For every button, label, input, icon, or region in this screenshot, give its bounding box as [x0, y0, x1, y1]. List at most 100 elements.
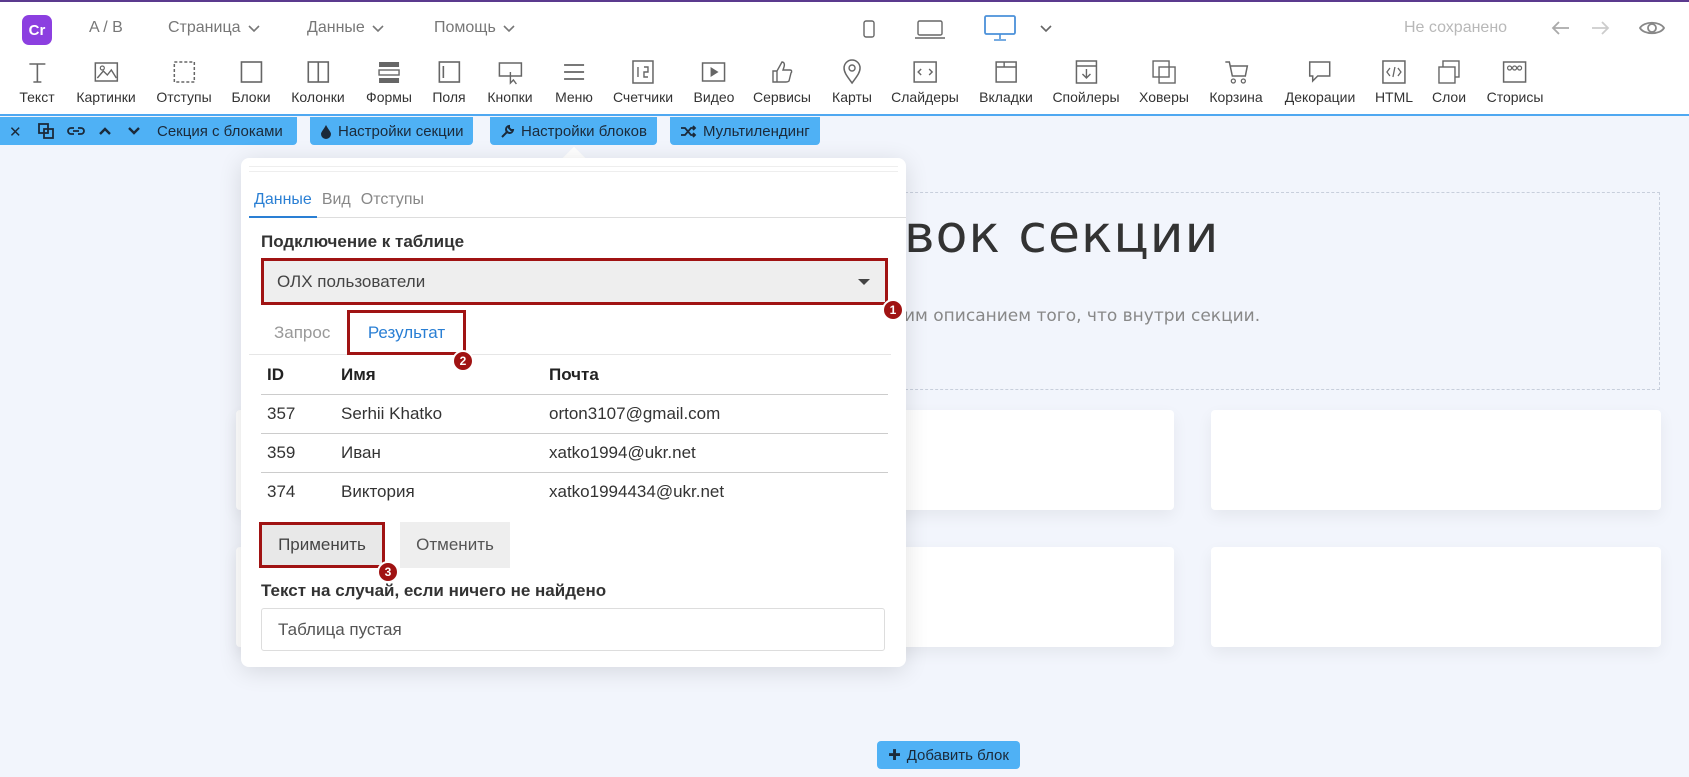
- add-block-label: Добавить блок: [906, 746, 1009, 764]
- tool-sliders-label: Слайдеры: [891, 89, 959, 105]
- tool-fields[interactable]: Поля: [432, 58, 466, 105]
- section-name-label[interactable]: Секция с блоками: [157, 123, 283, 140]
- section-heading[interactable]: вок секции: [904, 205, 1219, 265]
- tab-spacing[interactable]: Отступы: [356, 188, 429, 218]
- table-row: 374 Виктория xatko1994434@ukr.net: [261, 472, 888, 511]
- text-icon: [29, 63, 45, 83]
- caret-down-icon: [858, 279, 870, 285]
- tool-decorations-label: Декорации: [1284, 89, 1356, 105]
- tool-cart[interactable]: Корзина: [1209, 58, 1263, 105]
- tab-view[interactable]: Вид: [317, 188, 356, 218]
- content-block[interactable]: [1211, 410, 1661, 510]
- tool-buttons[interactable]: Кнопки: [487, 58, 533, 105]
- multilanding-button[interactable]: Мультилендинг: [670, 117, 820, 145]
- speech-bubble-icon: [1309, 61, 1331, 83]
- table-row: 359 Иван xatko1994@ukr.net: [261, 433, 888, 473]
- cell-id: 359: [261, 433, 335, 473]
- tool-hovers[interactable]: Ховеры: [1139, 58, 1189, 105]
- tabs-icon: [995, 61, 1017, 83]
- step-badge-3: 3: [377, 561, 399, 583]
- ab-test-button[interactable]: A / B: [89, 19, 123, 37]
- form-icon: [378, 62, 400, 83]
- laptop-icon[interactable]: [914, 20, 946, 40]
- menu-page[interactable]: Страница: [168, 19, 261, 37]
- chevron-down-icon: [503, 25, 515, 33]
- block-icon: [240, 61, 262, 83]
- menu-data[interactable]: Данные: [307, 19, 385, 37]
- close-icon[interactable]: ✕: [9, 123, 22, 141]
- tool-video[interactable]: Видео: [694, 58, 734, 105]
- empty-text-input[interactable]: Таблица пустая: [261, 608, 885, 651]
- column-header-name: Имя: [335, 356, 543, 395]
- tool-html[interactable]: HTML: [1375, 58, 1413, 105]
- table-header-row: ID Имя Почта: [261, 356, 888, 395]
- chevron-down-icon[interactable]: [1039, 22, 1053, 36]
- tool-images[interactable]: Картинки: [76, 58, 136, 105]
- tab-result[interactable]: Результат: [347, 310, 466, 355]
- tool-hovers-label: Ховеры: [1139, 89, 1189, 105]
- menu-help[interactable]: Помощь: [434, 19, 516, 37]
- table-select[interactable]: ОЛХ пользователи: [261, 258, 888, 305]
- tool-tabs[interactable]: Вкладки: [979, 58, 1033, 105]
- apply-button[interactable]: Применить: [259, 522, 385, 568]
- map-pin-icon: [843, 59, 861, 85]
- image-icon: [94, 62, 118, 82]
- tool-services[interactable]: Сервисы: [753, 58, 811, 105]
- tool-forms[interactable]: Формы: [366, 58, 412, 105]
- tool-menu[interactable]: Меню: [555, 58, 593, 105]
- tab-data[interactable]: Данные: [249, 188, 317, 218]
- tool-stories-label: Сторисы: [1486, 89, 1544, 105]
- tool-decorations[interactable]: Декорации: [1284, 58, 1356, 105]
- section-controls-bar: ✕ Секция с блоками Настройки секции Наст…: [0, 117, 1689, 145]
- tool-text-label: Текст: [19, 89, 55, 105]
- link-icon[interactable]: [66, 123, 86, 143]
- section-settings-label: Настройки секции: [338, 122, 464, 140]
- move-down-icon[interactable]: [126, 123, 142, 143]
- mobile-icon[interactable]: [863, 20, 875, 38]
- layers-icon: [1438, 60, 1460, 84]
- tool-sliders[interactable]: Слайдеры: [891, 58, 959, 105]
- tool-spacing[interactable]: Отступы: [156, 58, 212, 105]
- cell-id: 374: [267, 481, 296, 501]
- chevron-down-icon: [247, 25, 260, 33]
- panel-tabs: Данные Вид Отступы: [249, 188, 906, 218]
- menu-data-label: Данные: [307, 19, 365, 36]
- tool-stories[interactable]: Сторисы: [1486, 58, 1544, 105]
- stories-icon: [1503, 61, 1527, 83]
- content-block[interactable]: [1211, 547, 1661, 647]
- preview-eye-icon[interactable]: [1638, 16, 1666, 45]
- move-up-icon[interactable]: [97, 123, 113, 143]
- tab-request[interactable]: Запрос: [274, 310, 330, 355]
- chevron-down-icon: [372, 25, 384, 33]
- tool-buttons-label: Кнопки: [487, 89, 533, 105]
- tool-columns[interactable]: Колонки: [291, 58, 345, 105]
- app-logo[interactable]: Cr: [22, 15, 52, 45]
- tool-images-label: Картинки: [76, 89, 136, 105]
- tool-fields-label: Поля: [432, 89, 466, 105]
- tool-spoilers-label: Спойлеры: [1052, 89, 1120, 105]
- empty-text-label: Текст на случай, если ничего не найдено: [261, 581, 607, 600]
- redo-arrow-icon[interactable]: [1588, 16, 1612, 45]
- tool-counters[interactable]: Счетчики: [613, 58, 673, 105]
- code-icon: [1382, 60, 1406, 84]
- tool-blocks[interactable]: Блоки: [231, 58, 271, 105]
- tool-spoilers[interactable]: Спойлеры: [1052, 58, 1120, 105]
- cancel-button[interactable]: Отменить: [400, 522, 510, 568]
- block-settings-button[interactable]: Настройки блоков: [490, 117, 657, 145]
- add-block-button[interactable]: ✚ Добавить блок: [877, 741, 1020, 769]
- table-row: 357 Serhii Khatko orton3107@gmail.com: [261, 394, 888, 434]
- undo-arrow-icon[interactable]: [1549, 16, 1573, 45]
- multilanding-label: Мультилендинг: [703, 122, 810, 140]
- tool-layers[interactable]: Слои: [1432, 58, 1466, 105]
- tool-text[interactable]: Текст: [19, 58, 55, 105]
- tool-counters-label: Счетчики: [612, 89, 674, 105]
- panel-drag-handle[interactable]: [249, 166, 898, 172]
- section-description[interactable]: им описанием того, что внутри секции.: [904, 306, 1260, 326]
- duplicate-icon[interactable]: [38, 123, 54, 143]
- column-header-email: Почта: [543, 356, 888, 395]
- block-settings-panel: Данные Вид Отступы Подключение к таблице…: [241, 158, 906, 667]
- section-settings-button[interactable]: Настройки секции: [310, 117, 474, 145]
- menu-icon: [564, 64, 584, 80]
- desktop-icon[interactable]: [984, 14, 1016, 42]
- tool-maps[interactable]: Карты: [832, 58, 872, 105]
